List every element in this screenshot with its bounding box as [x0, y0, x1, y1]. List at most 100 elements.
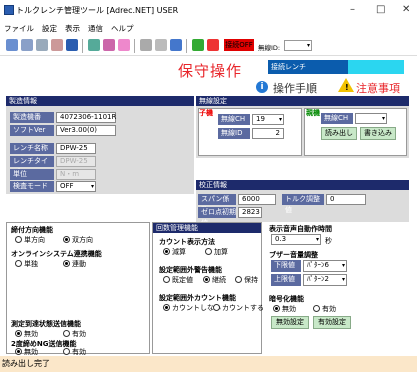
radio-icon[interactable] — [15, 236, 22, 243]
menu-file[interactable]: ファイル — [4, 24, 34, 33]
disable-crypto-button[interactable]: 無効設定 — [271, 316, 309, 329]
crypto-opt1[interactable]: 無効 — [273, 304, 296, 314]
count-header: 回数管理機能 — [153, 223, 261, 233]
radio-icon[interactable] — [163, 248, 170, 255]
chevron-down-icon: ▾ — [381, 115, 385, 122]
lock-icon[interactable] — [118, 39, 130, 51]
menu-comm[interactable]: 通信 — [88, 24, 103, 33]
radio-icon[interactable] — [205, 248, 212, 255]
chevron-down-icon: ▾ — [315, 236, 319, 243]
radio-icon[interactable] — [235, 276, 242, 283]
count-title: カウント表示方法 — [159, 238, 215, 246]
measure-opt1[interactable]: 無効 — [15, 329, 38, 339]
chevron-down-icon: ▾ — [90, 183, 94, 190]
link-icon[interactable] — [103, 39, 115, 51]
wireless-header: 無線設定 — [196, 96, 409, 106]
outcount-opt2[interactable]: カウントする — [213, 303, 264, 313]
minimize-button[interactable]: – — [350, 4, 355, 15]
read-button[interactable]: 読み出し — [321, 127, 357, 140]
grid-icon[interactable] — [88, 39, 100, 51]
chevron-down-icon: ▾ — [278, 116, 282, 123]
unit-label: 単位 — [10, 169, 54, 180]
upload-icon[interactable] — [192, 39, 204, 51]
online-opt2[interactable]: 連動 — [63, 259, 86, 269]
radio-icon[interactable] — [63, 260, 70, 267]
list-icon[interactable] — [66, 39, 78, 51]
display-panel: 表示音声自動作時間 0.3 ▾ 秒 ブザー音量調整 下限値 ﾊﾟﾀｰﾝ6 ▾ 上限値… — [265, 222, 409, 354]
buzzer-title: ブザー音量調整 — [269, 251, 318, 259]
info-icon[interactable]: i — [256, 81, 268, 93]
radio-icon[interactable] — [63, 348, 70, 355]
copy-icon[interactable] — [51, 39, 63, 51]
new-icon[interactable] — [6, 39, 18, 51]
disconnect-icon[interactable] — [207, 39, 219, 51]
radio-icon[interactable] — [213, 304, 220, 311]
child-ch-label: 無線CH — [218, 114, 250, 125]
parent-ch-select[interactable]: ▾ — [355, 113, 387, 124]
chevron-down-icon: ▾ — [341, 276, 345, 283]
download-icon[interactable] — [170, 39, 182, 51]
connect-wrench-label: 接続レンチ — [268, 60, 348, 74]
zero-value[interactable]: 2823 — [238, 207, 262, 218]
count-opt2[interactable]: 加算 — [205, 247, 228, 257]
child-id-value[interactable]: 2 — [252, 128, 284, 139]
radio-icon[interactable] — [15, 330, 22, 337]
window-title: トルクレンチ管理ツール [Adrec.NET] USER — [16, 6, 179, 15]
detect-select[interactable]: OFF ▾ — [56, 181, 96, 192]
type-label: レンチタイプ — [10, 156, 54, 176]
radio-icon[interactable] — [313, 305, 320, 312]
torque-label: トルク調整値 — [282, 194, 324, 214]
measure-title: 測定到達状態送信機能 — [11, 320, 81, 328]
connection-status-button[interactable]: 接続OFF — [224, 39, 254, 51]
span-value[interactable]: 6000 — [238, 194, 276, 205]
connect-wrench-value — [348, 60, 404, 74]
function-panel: 締付方向機能 単方向 双方向 オンラインシステム連携機能 単独 連動 測定到達状… — [6, 222, 150, 356]
menu-settings[interactable]: 設定 — [42, 24, 57, 33]
radio-icon[interactable] — [63, 330, 70, 337]
span-label: スパン係数 — [198, 194, 236, 214]
manufacture-header: 製造情報 — [6, 96, 194, 106]
measure-opt2[interactable]: 有効 — [63, 329, 86, 339]
wireless-id-select[interactable]: ▾ — [284, 40, 312, 51]
up-select[interactable]: ﾊﾟﾀｰﾝ2 ▾ — [303, 274, 347, 286]
count-opt1[interactable]: 減算 — [163, 247, 186, 257]
write-button[interactable]: 書き込み — [360, 127, 396, 140]
menu-view[interactable]: 表示 — [65, 24, 80, 33]
radio-icon[interactable] — [63, 236, 70, 243]
direction-opt1[interactable]: 単方向 — [15, 235, 45, 245]
warn-opt3[interactable]: 保持 — [235, 275, 258, 285]
online-opt1[interactable]: 単独 — [15, 259, 38, 269]
wrench-value: DPW-25 — [56, 143, 96, 154]
menu-bar: ファイル 設定 表示 通信 ヘルプ — [0, 22, 417, 35]
time-select[interactable]: 0.3 ▾ — [271, 234, 321, 245]
close-button[interactable]: ✕ — [402, 4, 410, 15]
zero-label: ゼロ点初期値 — [198, 207, 236, 227]
radio-icon[interactable] — [163, 276, 170, 283]
procedure-link[interactable]: 操作手順 — [273, 80, 317, 96]
save-icon[interactable] — [21, 39, 33, 51]
crypto-opt2[interactable]: 有効 — [313, 304, 336, 314]
radio-icon[interactable] — [273, 305, 280, 312]
torque-value[interactable]: 0 — [326, 194, 366, 205]
toolbar — [0, 36, 417, 56]
radio-icon[interactable] — [163, 304, 170, 311]
low-select[interactable]: ﾊﾟﾀｰﾝ6 ▾ — [303, 260, 347, 272]
child-ch-select[interactable]: 19 ▾ — [252, 114, 284, 125]
maximize-button[interactable]: □ — [376, 4, 385, 15]
radio-icon[interactable] — [15, 348, 22, 355]
direction-opt2[interactable]: 双方向 — [63, 235, 93, 245]
radio-icon[interactable] — [15, 260, 22, 267]
caution-link[interactable]: 注意事項 — [356, 80, 400, 96]
enable-crypto-button[interactable]: 有効設定 — [313, 316, 351, 329]
time-unit: 秒 — [325, 237, 332, 245]
warn-opt2[interactable]: 継続 — [203, 275, 226, 285]
signal-icon[interactable] — [155, 39, 167, 51]
low-label: 下限値 — [271, 260, 301, 272]
tool-icon[interactable] — [140, 39, 152, 51]
print-icon[interactable] — [36, 39, 48, 51]
warn-opt1[interactable]: 既定値 — [163, 275, 193, 285]
child-label: 子機 — [199, 109, 213, 117]
menu-help[interactable]: ヘルプ — [111, 24, 134, 33]
type-select: DPW-25 — [56, 156, 96, 167]
radio-icon[interactable] — [203, 276, 210, 283]
